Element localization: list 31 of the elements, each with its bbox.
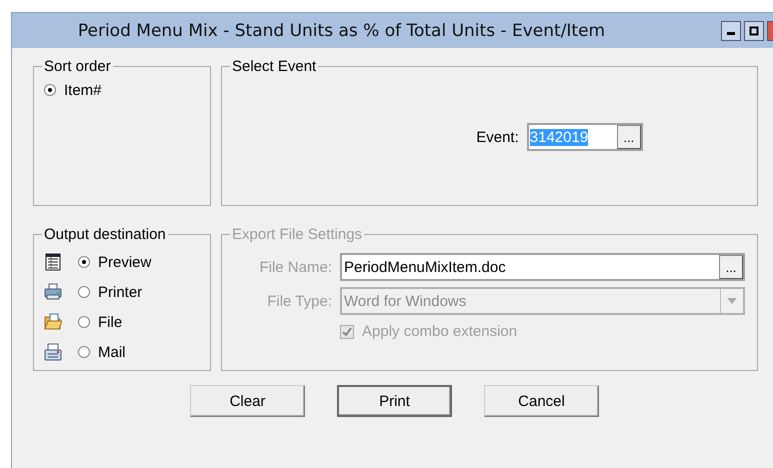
- group-title: Sort order: [43, 58, 112, 75]
- dialog-button[interactable]: Print: [337, 385, 452, 417]
- printer-icon: [44, 283, 62, 301]
- dialog-button[interactable]: Clear: [190, 385, 305, 417]
- group-title: Output destination: [43, 226, 167, 243]
- maximize-icon[interactable]: [744, 20, 764, 40]
- radio-button[interactable]: [44, 84, 56, 96]
- dialog-button[interactable]: Cancel: [484, 385, 599, 417]
- field-label: File Name:: [258, 258, 332, 276]
- radio-button[interactable]: [78, 346, 90, 358]
- browse-button[interactable]: ...: [616, 125, 641, 149]
- field-label: Event:: [476, 128, 519, 146]
- option-label: Printer: [98, 284, 142, 300]
- group-title: Export File Settings: [231, 226, 364, 243]
- window-title: Period Menu Mix - Stand Units as % of Total Units - Event/Item: [76, 20, 606, 40]
- option-label: Preview: [98, 254, 152, 270]
- event-field[interactable]: 3142019 ...: [526, 123, 643, 151]
- caret-icon: [727, 298, 737, 304]
- checkbox-label: Apply combo extension: [362, 323, 518, 340]
- preview-icon: [44, 253, 62, 271]
- option-label: Mail: [98, 344, 126, 360]
- radio-button[interactable]: [78, 256, 90, 268]
- group-title: Select Event: [231, 58, 318, 75]
- radio-button[interactable]: [78, 286, 90, 298]
- file-icon: [44, 313, 62, 331]
- radio-button[interactable]: [78, 316, 90, 328]
- option-label: Item#: [64, 82, 102, 98]
- mail-icon: [44, 343, 62, 361]
- option-label: File: [98, 314, 122, 330]
- field-label: File Type:: [266, 292, 332, 310]
- minimize-icon[interactable]: [721, 20, 741, 40]
